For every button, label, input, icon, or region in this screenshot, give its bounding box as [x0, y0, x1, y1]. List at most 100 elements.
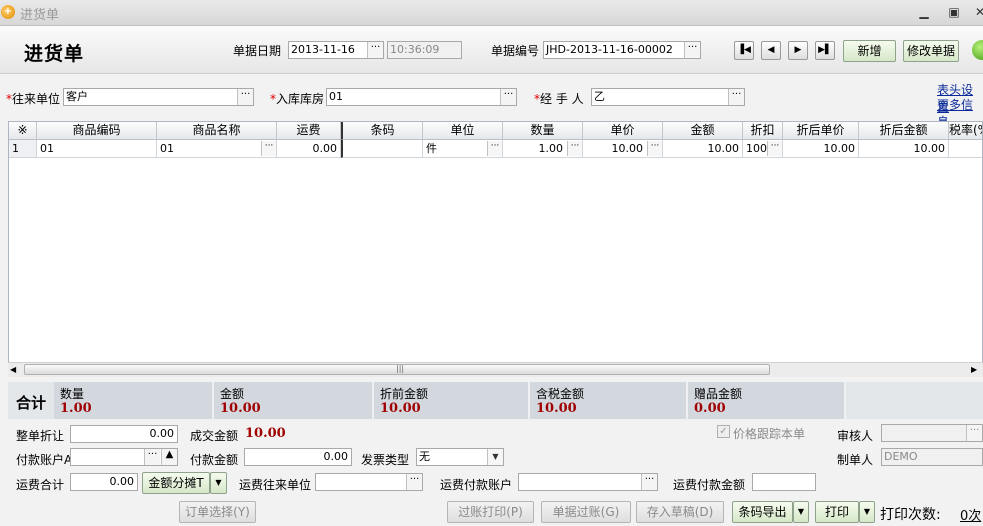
freight-total-field[interactable]: 0.00 — [70, 473, 138, 491]
warehouse-field[interactable]: 01 ··· — [326, 88, 517, 106]
scroll-left-icon[interactable]: ◀ — [10, 365, 16, 374]
freight-partner-lookup-icon[interactable]: ··· — [406, 474, 422, 490]
pay-account-lookup-icon[interactable]: ··· — [144, 449, 160, 465]
partner-field[interactable]: 客户 ··· — [63, 88, 254, 106]
freight-account-field[interactable]: ··· — [518, 473, 658, 491]
summary-bar: 合计 数量 1.00 金额 10.00 折前金额 10.00 含税金额 10.0… — [8, 382, 983, 419]
scroll-right-icon[interactable]: ▶ — [971, 365, 977, 374]
next-record-button[interactable]: ▶ — [788, 41, 808, 60]
cell-barcode[interactable] — [341, 140, 423, 158]
last-record-button[interactable]: ▶▌ — [815, 41, 835, 60]
col-header-barcode[interactable]: 条码 — [341, 122, 423, 140]
save-draft-button[interactable]: 存入草稿(D) — [636, 501, 724, 523]
handler-lookup-icon[interactable]: ··· — [728, 89, 744, 105]
handler-field[interactable]: 乙 ··· — [591, 88, 745, 106]
col-header-freight[interactable]: 运费 — [277, 122, 341, 140]
price-lookup-icon[interactable]: ··· — [647, 141, 662, 156]
scroll-thumb[interactable]: ||| — [24, 364, 770, 375]
maximize-icon[interactable]: ▣ — [946, 4, 962, 20]
pay-account-up-icon[interactable]: ▲ — [161, 449, 177, 465]
summary-gift: 赠品金额 0.00 — [688, 382, 846, 419]
pay-account-field[interactable]: ··· ▲ — [70, 448, 178, 466]
warehouse-lookup-icon[interactable]: ··· — [500, 89, 516, 105]
col-header-amount[interactable]: 金额 — [663, 122, 743, 140]
col-header-disc-price[interactable]: 折后单价 — [783, 122, 859, 140]
edit-doc-button[interactable]: 修改单据 — [903, 40, 959, 62]
new-button[interactable]: 新增 — [843, 40, 896, 62]
print-dropdown[interactable]: ▼ — [859, 501, 875, 523]
freight-partner-field[interactable]: ··· — [315, 473, 423, 491]
docno-label: 单据编号 — [491, 44, 540, 58]
invoice-type-select[interactable]: 无 ▼ — [416, 448, 504, 466]
col-header-price[interactable]: 单价 — [583, 122, 663, 140]
cell-price[interactable]: 10.00 ··· — [583, 140, 663, 158]
auditor-lookup-icon: ··· — [966, 425, 982, 441]
close-icon[interactable]: ✕ — [972, 4, 983, 20]
split-amount-button[interactable]: 金额分摊T — [142, 472, 210, 494]
cell-amount[interactable]: 10.00 — [663, 140, 743, 158]
window-title: 进货单 — [20, 8, 60, 23]
summary-qty-value: 1.00 — [60, 401, 92, 416]
col-header-unit[interactable]: 单位 — [423, 122, 503, 140]
page-title: 进货单 — [24, 43, 85, 65]
first-record-button[interactable]: ▐◀ — [734, 41, 754, 60]
invoice-type-label: 发票类型 — [361, 453, 410, 467]
discount-lookup-icon[interactable]: ··· — [767, 141, 782, 156]
handler-label: *经 手 人 — [534, 92, 584, 106]
prev-record-button[interactable]: ◀ — [761, 41, 781, 60]
summary-gift-value: 0.00 — [694, 401, 726, 416]
cell-unit-value: 件 — [426, 142, 437, 155]
split-chevron-icon: ▼ — [215, 478, 222, 487]
col-header-qty[interactable]: 数量 — [503, 122, 583, 140]
barcode-export-dropdown[interactable]: ▼ — [793, 501, 809, 523]
split-amount-dropdown[interactable]: ▼ — [210, 472, 227, 494]
date-value: 2013-11-16 — [291, 43, 355, 56]
post-print-button[interactable]: 过账打印(P) — [447, 501, 534, 523]
col-header-disc-amount[interactable]: 折后金额 — [859, 122, 949, 140]
docno-lookup-icon[interactable]: ··· — [684, 42, 700, 58]
cell-disc-price[interactable]: 10.00 — [783, 140, 859, 158]
cell-tax[interactable] — [949, 140, 982, 158]
pay-amount-field[interactable]: 0.00 — [244, 448, 352, 466]
name-lookup-icon[interactable]: ··· — [261, 141, 276, 156]
cell-freight[interactable]: 0.00 — [277, 140, 341, 158]
discount-field[interactable]: 0.00 — [70, 425, 178, 443]
grid-horizontal-scrollbar[interactable]: ◀ ||| ▶ — [8, 362, 983, 377]
col-header-code[interactable]: 商品编码 — [37, 122, 157, 140]
unit-lookup-icon[interactable]: ··· — [487, 141, 502, 156]
qty-lookup-icon[interactable]: ··· — [567, 141, 582, 156]
cell-code[interactable]: 01 — [37, 140, 157, 158]
summary-before-discount: 折前金额 10.00 — [374, 382, 530, 419]
order-select-button[interactable]: 订单选择(Y) — [179, 501, 256, 523]
partner-lookup-icon[interactable]: ··· — [237, 89, 253, 105]
freight-account-lookup-icon[interactable]: ··· — [641, 474, 657, 490]
chevron-down-icon[interactable]: ▼ — [487, 449, 503, 465]
help-icon[interactable] — [972, 40, 983, 60]
auditor-field: ··· — [881, 424, 983, 442]
post-button[interactable]: 单据过账(G) — [541, 501, 631, 523]
col-header-discount[interactable]: 折扣 — [743, 122, 783, 140]
summary-qty-title: 数量 — [60, 387, 85, 401]
maker-field: DEMO — [881, 448, 983, 466]
last-icon: ▶▌ — [818, 45, 832, 55]
barcode-export-button[interactable]: 条码导出 — [732, 501, 793, 523]
date-picker-icon[interactable]: ··· — [367, 42, 383, 58]
docno-field[interactable]: JHD-2013-11-16-00002 ··· — [543, 41, 701, 59]
warehouse-label: *入库库房 — [270, 92, 325, 106]
cell-qty[interactable]: 1.00 ··· — [503, 140, 583, 158]
date-field[interactable]: 2013-11-16 ··· — [288, 41, 384, 59]
col-header-marker: ※ — [9, 122, 37, 140]
cell-disc-amount[interactable]: 10.00 — [859, 140, 949, 158]
partner-value: 客户 — [66, 90, 88, 103]
col-header-tax[interactable]: 税率(% — [949, 122, 982, 140]
cell-name[interactable]: 01 ··· — [157, 140, 277, 158]
header-toolbar: 进货单 单据日期 2013-11-16 ··· 10:36:09 单据编号 JH… — [0, 26, 983, 74]
col-header-name[interactable]: 商品名称 — [157, 122, 277, 140]
minimize-icon[interactable]: ▁ — [916, 4, 932, 20]
freight-pay-field[interactable] — [752, 473, 816, 491]
cell-unit[interactable]: 件 ··· — [423, 140, 503, 158]
price-track-checkbox[interactable]: ✓ — [717, 425, 730, 438]
cell-discount[interactable]: 100 ··· — [743, 140, 783, 158]
title-bar: + 进货单 ▁ ▣ ✕ — [0, 0, 983, 26]
print-button[interactable]: 打印 — [815, 501, 859, 523]
